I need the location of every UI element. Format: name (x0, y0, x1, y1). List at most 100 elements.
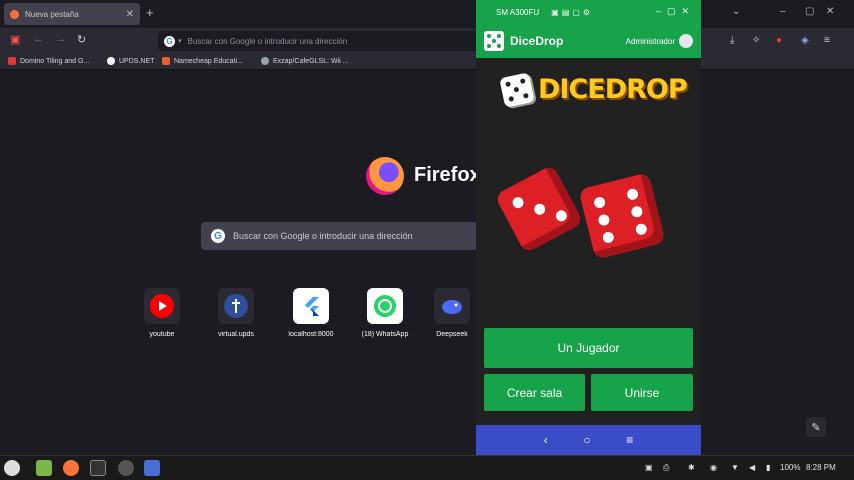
reload-icon[interactable]: ↻ (77, 33, 86, 46)
bookmark-item[interactable]: UPDS.NET (107, 57, 154, 65)
shortcut-label: virtual.upds (218, 331, 254, 338)
bookmark-item[interactable]: Exzap/CafeGLSL: Wii ... (261, 57, 348, 65)
firefox-icon[interactable] (63, 460, 79, 476)
new-tab-page: Firefox G Buscar con Google o introducir… (0, 70, 854, 455)
create-room-button[interactable]: Crear sala (484, 374, 585, 411)
shortcut-label: Deepseek (436, 331, 468, 338)
extensions-icon[interactable]: ✧ (752, 35, 760, 46)
app-body: DICEDROP Un Jugador Crear sala Unirse (476, 58, 701, 425)
menu-icon[interactable]: ≡ (824, 35, 830, 46)
settings-icon[interactable] (118, 460, 134, 476)
chevron-down-icon[interactable]: ▾ (178, 37, 182, 45)
bluetooth-tray-icon[interactable]: ▣ (645, 463, 653, 472)
start-menu-icon[interactable] (4, 460, 20, 476)
terminal-icon[interactable] (90, 460, 106, 476)
shortcut-tile[interactable] (144, 288, 180, 324)
firefox-wordmark: Firefox (414, 164, 481, 186)
shortcut-virtual-upds[interactable]: virtual.upds (205, 288, 267, 338)
flutter-icon (305, 297, 319, 316)
mirror-controls-icon[interactable]: ▣▤▢⚙ (551, 8, 593, 17)
bluetooth-icon[interactable]: ✱ (688, 463, 695, 472)
google-icon: G (211, 229, 225, 243)
battery-icon[interactable]: ▮ (766, 463, 770, 472)
url-bar[interactable]: G ▾ Buscar con Google o introducir una d… (158, 31, 488, 51)
shortcut-tile[interactable] (293, 288, 329, 324)
firefox-tab-icon (10, 9, 19, 19)
scrcpy-icon[interactable] (144, 460, 160, 476)
file-manager-icon[interactable] (36, 460, 52, 476)
android-nav-bar: ‹ ○ ≡ (476, 425, 701, 455)
shortcut-label: localhost:8000 (288, 331, 334, 338)
device-name: SM A300FU (496, 7, 540, 17)
dicedrop-logo: DICEDROP (499, 71, 688, 108)
clock[interactable]: 8:28 PM (806, 463, 836, 472)
nav-toolbar: ▣ ← → ↻ G ▾ Buscar con Google o introduc… (0, 28, 854, 54)
bookmark-label: Exzap/CafeGLSL: Wii ... (273, 57, 349, 65)
bookmark-label: Domino Tiling and G... (20, 57, 90, 65)
shortcut-whatsapp[interactable]: (18) WhatsApp (354, 288, 416, 338)
vpn-icon[interactable]: ◉ (710, 463, 717, 472)
home-icon[interactable]: ○ (583, 433, 590, 447)
firefox-logo-icon (366, 157, 404, 195)
app-name: DiceDrop (510, 34, 564, 48)
youtube-icon (150, 294, 174, 318)
bookmarks-toolbar: Domino Tiling and G... UPDS.NET Namechea… (0, 54, 854, 70)
whatsapp-icon (374, 295, 396, 317)
user-label[interactable]: Administrador (626, 37, 675, 46)
forward-icon[interactable]: → (55, 33, 66, 45)
edit-pencil-icon[interactable]: ✎ (806, 417, 826, 437)
namecheap-icon (162, 57, 170, 65)
taskbar: ▣ ⎙ ✱ ◉ ▼ ◀ ▮ 100% 8:28 PM (0, 455, 854, 480)
volume-icon[interactable]: ◀ (749, 463, 755, 472)
white-die-icon (499, 71, 535, 108)
wifi-icon[interactable]: ▼ (731, 463, 739, 472)
close-window-icon[interactable]: ✕ (826, 6, 834, 17)
maximize-icon[interactable]: ▢ (805, 6, 814, 17)
avatar[interactable] (679, 34, 693, 48)
upds-icon (107, 57, 115, 65)
phone-mirror-window: SM A300FU ▣▤▢⚙ –▢✕ DiceDrop Administrado… (476, 0, 701, 455)
app-bar: DiceDrop Administrador (476, 24, 701, 58)
back-icon[interactable]: ← (33, 33, 44, 45)
tab-title: Nueva pestaña (25, 9, 79, 19)
search-placeholder: Buscar con Google o introducir una direc… (233, 231, 413, 241)
shortcut-localhost[interactable]: localhost:8000 (280, 288, 342, 338)
shortcut-label: (18) WhatsApp (361, 331, 409, 338)
tab-new-tab[interactable]: Nueva pestaña ✕ (4, 3, 140, 25)
shortcut-tile[interactable] (367, 288, 403, 324)
battery-percent: 100% (780, 463, 801, 472)
list-tabs-icon[interactable]: ⌄ (732, 6, 740, 17)
red-die-icon (578, 172, 666, 260)
recents-icon[interactable]: ≡ (626, 433, 633, 447)
tab-strip: Nueva pestaña ✕ + ⌄ – ▢ ✕ (0, 0, 854, 28)
dice-app-icon (484, 31, 504, 51)
search-input[interactable]: G Buscar con Google o introducir una dir… (201, 222, 491, 250)
red-die-icon (494, 164, 584, 254)
downloads-icon[interactable]: ⤓ (730, 35, 734, 46)
printer-icon[interactable]: ⎙ (663, 463, 669, 473)
single-player-button[interactable]: Un Jugador (484, 328, 693, 368)
sidebar-icon[interactable]: ▣ (10, 33, 20, 46)
new-tab-button[interactable]: + (146, 5, 154, 20)
back-icon[interactable]: ‹ (544, 433, 548, 447)
youtube-icon (8, 57, 16, 65)
upds-icon (224, 294, 248, 318)
bookmark-item[interactable]: Namecheap Educati... (162, 57, 243, 65)
mirror-window-controls-icon[interactable]: –▢✕ (656, 6, 695, 17)
close-tab-icon[interactable]: ✕ (126, 9, 134, 20)
translate-icon[interactable]: ◈ (801, 35, 809, 46)
google-icon: G (164, 35, 175, 47)
logo-text: DICEDROP (538, 74, 688, 105)
join-button[interactable]: Unirse (591, 374, 693, 411)
adblock-icon[interactable]: ● (776, 35, 782, 46)
minimize-icon[interactable]: – (780, 6, 786, 17)
shortcut-deepseek[interactable]: Deepseek (428, 288, 476, 338)
desktop: Nueva pestaña ✕ + ⌄ – ▢ ✕ ▣ ← → ↻ G ▾ Bu… (0, 0, 854, 480)
bookmark-item[interactable]: Domino Tiling and G... (8, 57, 89, 65)
shortcut-tile[interactable] (434, 288, 470, 324)
github-icon (261, 57, 269, 65)
shortcut-tile[interactable] (218, 288, 254, 324)
shortcut-label: youtube (149, 331, 175, 338)
url-placeholder: Buscar con Google o introducir una direc… (187, 36, 348, 46)
shortcut-youtube[interactable]: youtube (131, 288, 193, 338)
